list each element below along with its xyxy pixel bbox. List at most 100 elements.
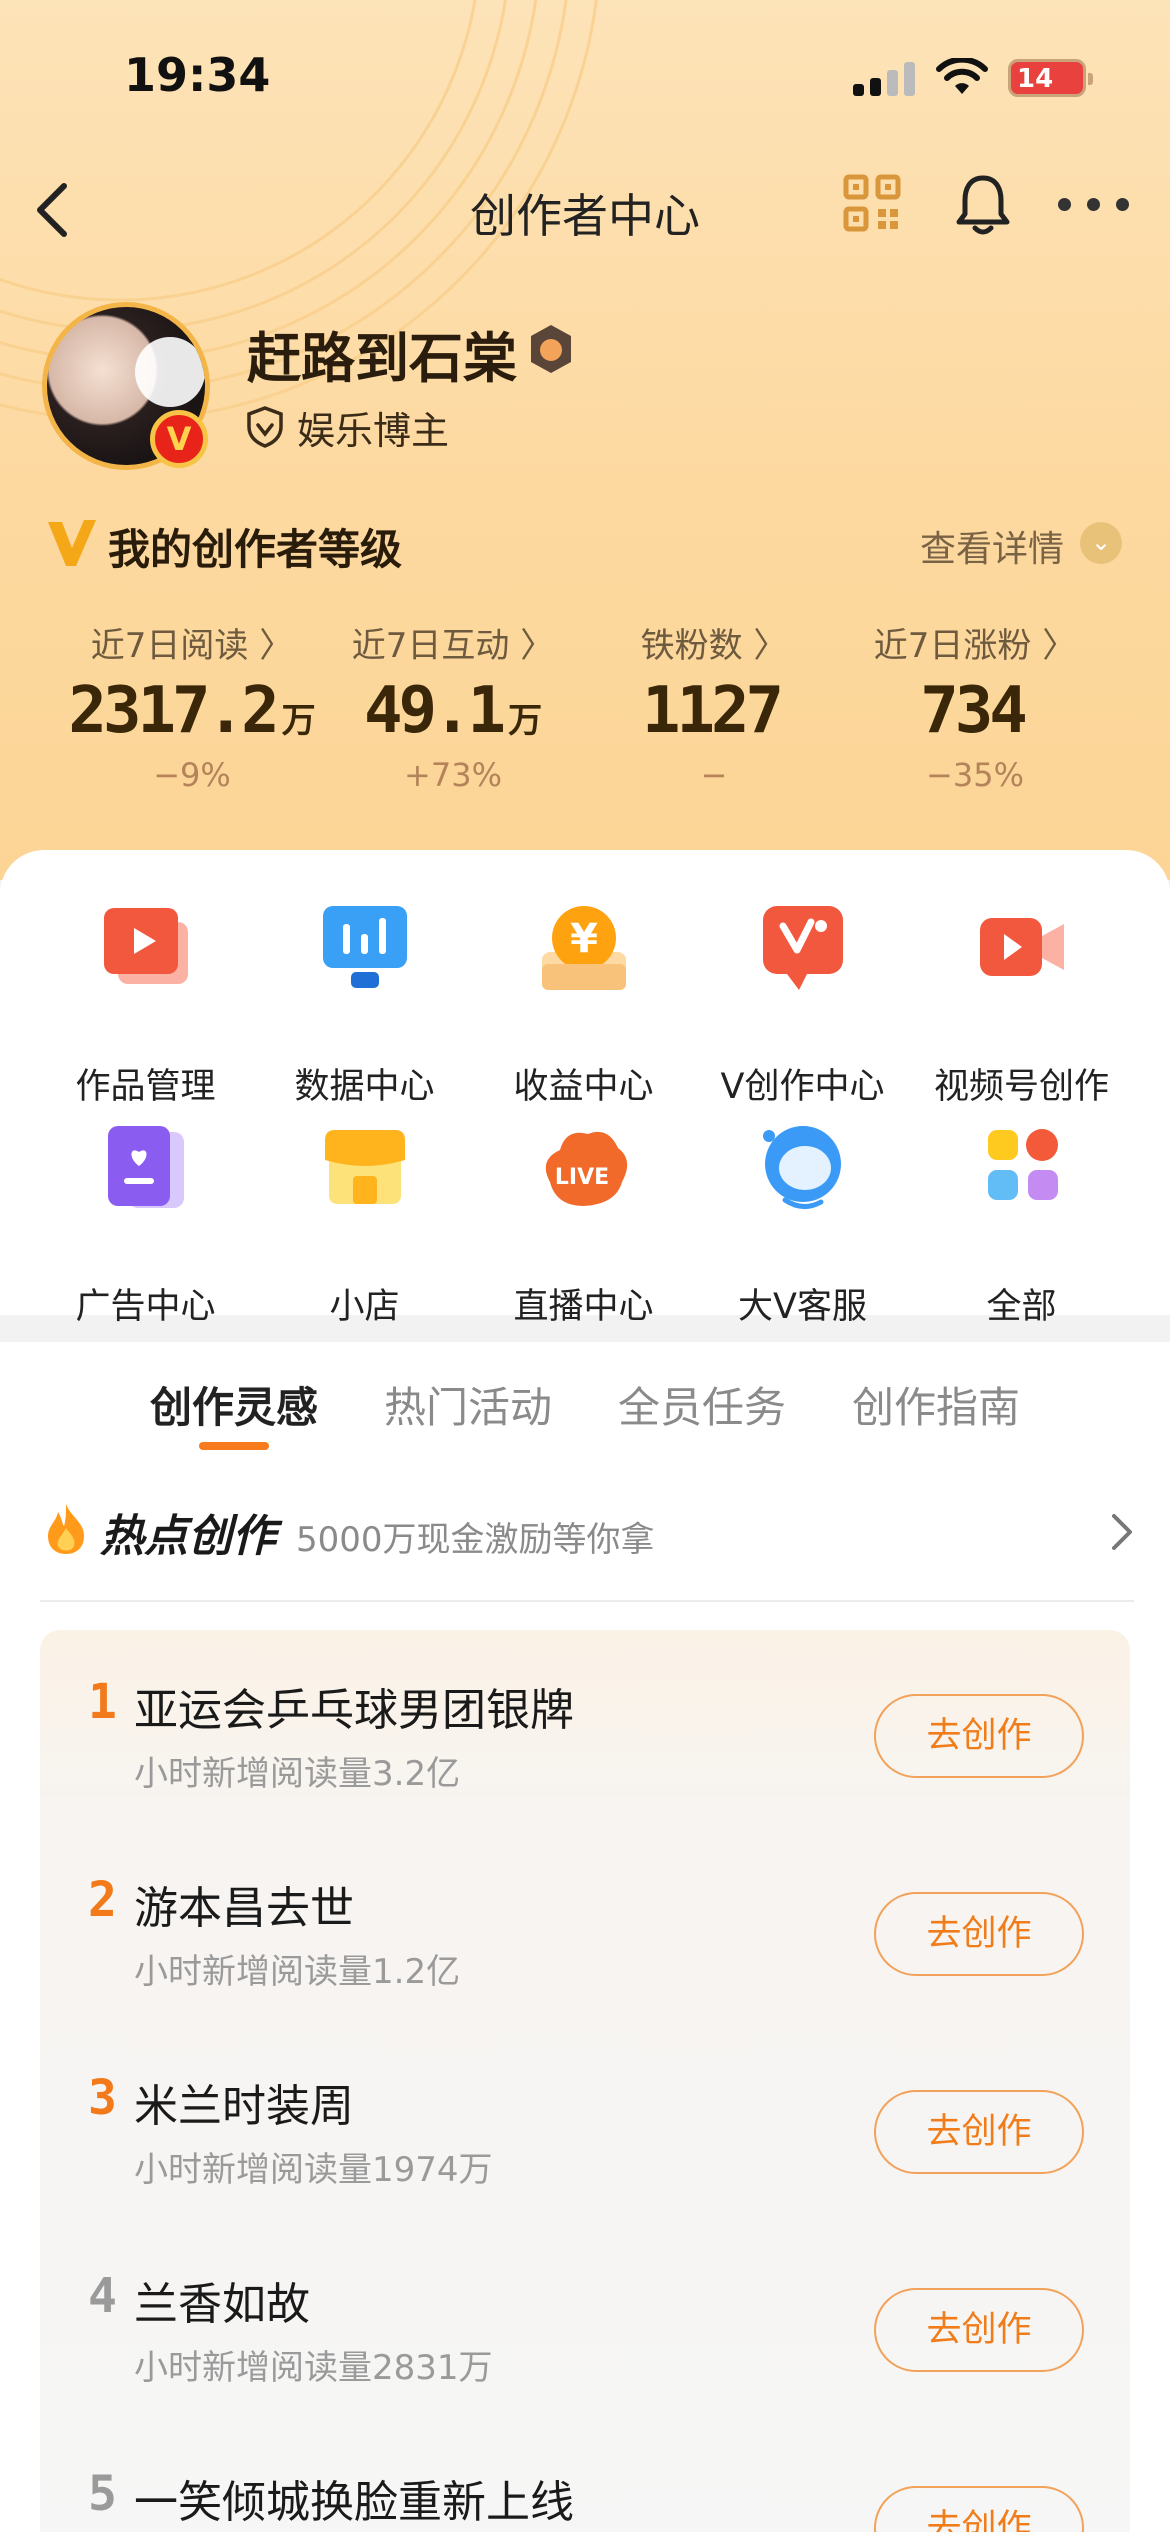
stat-label: 近7日阅读 〉	[90, 626, 294, 666]
stats-row: 近7日阅读 〉 2317.2 万 −9% 近7日互动 〉 49.1 万 +73% 铁…	[0, 618, 1170, 818]
stat-iron-fans[interactable]: 铁粉数 〉 1127 −	[584, 618, 844, 794]
topic-reads: 小时新增阅读量1974万	[134, 2150, 493, 2190]
tool-label: 大V客服	[738, 1287, 867, 1327]
stat-label: 铁粉数 〉	[640, 626, 788, 666]
tool-ad-center[interactable]: 广告中心	[36, 1120, 255, 1327]
tool-all[interactable]: 全部	[912, 1120, 1131, 1327]
qr-code-icon[interactable]	[843, 174, 901, 232]
stat-label: 近7日互动 〉	[351, 626, 555, 666]
divider	[40, 1600, 1134, 1602]
tool-label: 作品管理	[75, 1067, 216, 1107]
tool-label: 全部	[986, 1287, 1057, 1327]
battery-icon: 14	[1008, 59, 1093, 97]
go-create-button[interactable]: 去创作	[874, 1694, 1084, 1778]
more-options-icon[interactable]	[1058, 198, 1130, 212]
customer-service-icon	[763, 1126, 841, 1209]
status-time: 19:34	[124, 48, 271, 102]
stat-change: +73%	[404, 756, 502, 794]
stat-interactions-7d[interactable]: 近7日互动 〉 49.1 万 +73%	[323, 618, 583, 794]
nav-bar: 创作者中心	[0, 160, 1170, 260]
list-item[interactable]: 2 游本昌去世 小时新增阅读量1.2亿 去创作	[40, 1828, 1130, 2026]
hot-creation-header[interactable]: 热点创作 5000万现金激励等你拿	[40, 1498, 1134, 1568]
topic-title: 兰香如故	[134, 2279, 310, 2330]
tool-label: V创作中心	[720, 1067, 885, 1107]
v-level-icon	[48, 520, 96, 566]
hot-creation-subtitle: 5000万现金激励等你拿	[296, 1520, 655, 1560]
creator-level-row[interactable]: 我的创作者等级 查看详情 ⌄	[44, 510, 1134, 580]
topic-reads: 小时新增阅读量2831万	[134, 2348, 493, 2388]
tool-label: 小店	[329, 1287, 400, 1327]
stat-change: −	[700, 756, 728, 794]
rank-number: 4	[88, 2268, 117, 2324]
chevron-down-icon[interactable]: ⌄	[1080, 522, 1122, 564]
go-create-button[interactable]: 去创作	[874, 2288, 1084, 2372]
tool-v-creator-center[interactable]: V创作中心	[693, 900, 912, 1107]
tool-label: 收益中心	[513, 1067, 654, 1107]
yuan-coin-icon: ¥	[542, 906, 626, 990]
data-chart-icon	[323, 906, 407, 988]
tool-works-management[interactable]: 作品管理	[36, 900, 255, 1107]
status-bar: 19:34 14	[0, 0, 1170, 150]
content-tabs: 创作灵感 热门活动 全员任务 创作指南	[0, 1374, 1170, 1464]
tools-card: 作品管理 数据中心 ¥ 收益中心 V创作中心 视频号创作 广告中心 小店 LIV…	[0, 850, 1170, 1327]
video-camera-icon	[980, 918, 1064, 976]
topic-title: 米兰时装周	[134, 2081, 354, 2132]
tool-income-center[interactable]: ¥ 收益中心	[474, 900, 693, 1107]
tool-shop[interactable]: 小店	[255, 1120, 474, 1327]
list-item[interactable]: 1 亚运会乒乓球男团银牌 小时新增阅读量3.2亿 去创作	[40, 1630, 1130, 1828]
list-item[interactable]: 5 一笑倾城换脸重新上线 去创作	[40, 2422, 1130, 2532]
video-play-icon	[104, 908, 188, 984]
topic-reads: 小时新增阅读量1.2亿	[134, 1952, 461, 1992]
wifi-icon	[936, 58, 988, 94]
go-create-button[interactable]: 去创作	[874, 2090, 1084, 2174]
bell-icon[interactable]	[953, 172, 1013, 238]
rank-number: 3	[88, 2070, 117, 2126]
stat-value: 734	[920, 674, 1028, 748]
svg-text:LIVE: LIVE	[555, 1165, 609, 1190]
stat-value: 2317.2	[68, 674, 279, 748]
stat-unit: 万	[281, 701, 316, 741]
ad-book-icon	[108, 1126, 184, 1208]
tool-data-center[interactable]: 数据中心	[255, 900, 474, 1107]
topic-title: 一笑倾城换脸重新上线	[134, 2477, 574, 2528]
tool-big-v-service[interactable]: 大V客服	[693, 1120, 912, 1327]
stat-reads-7d[interactable]: 近7日阅读 〉 2317.2 万 −9%	[62, 618, 322, 794]
inspiration-section: 创作灵感 热门活动 全员任务 创作指南 热点创作 5000万现金激励等你拿 1 …	[0, 1342, 1170, 2532]
topic-title: 亚运会乒乓球男团银牌	[134, 1685, 574, 1736]
v-creator-icon	[763, 906, 843, 990]
stat-value: 1127	[641, 674, 784, 748]
shop-icon	[325, 1130, 405, 1204]
go-create-button[interactable]: 去创作	[874, 1892, 1084, 1976]
creator-tag: 娱乐博主	[245, 402, 449, 453]
tool-label: 广告中心	[75, 1287, 216, 1327]
view-details-link[interactable]: 查看详情	[920, 520, 1064, 572]
username: 赶路到石棠	[247, 327, 517, 390]
level-medal-icon	[531, 325, 571, 373]
svg-text:¥: ¥	[570, 916, 598, 962]
tab-hot-events[interactable]: 热门活动	[384, 1374, 552, 1435]
list-item[interactable]: 3 米兰时装周 小时新增阅读量1974万 去创作	[40, 2026, 1130, 2224]
stat-change: −9%	[153, 756, 231, 794]
stat-new-fans-7d[interactable]: 近7日涨粉 〉 734 −35%	[845, 618, 1105, 794]
cellular-signal-icon	[853, 62, 915, 96]
tab-all-tasks[interactable]: 全员任务	[618, 1374, 786, 1435]
tool-label: 直播中心	[513, 1287, 654, 1327]
shield-icon	[247, 406, 283, 448]
tool-channels-creation[interactable]: 视频号创作	[912, 900, 1131, 1107]
tab-creation-guide[interactable]: 创作指南	[852, 1374, 1020, 1435]
active-tab-indicator	[199, 1442, 269, 1450]
battery-level: 14	[1017, 64, 1054, 94]
list-item[interactable]: 4 兰香如故 小时新增阅读量2831万 去创作	[40, 2224, 1130, 2422]
chevron-right-icon[interactable]	[1110, 1512, 1134, 1552]
creator-level-title: 我的创作者等级	[108, 525, 403, 574]
tool-live-center[interactable]: LIVE 直播中心	[474, 1120, 693, 1327]
rank-number: 1	[88, 1674, 117, 1730]
tab-inspiration[interactable]: 创作灵感	[150, 1374, 318, 1435]
go-create-button[interactable]: 去创作	[874, 2486, 1084, 2532]
tool-label: 视频号创作	[933, 1067, 1109, 1107]
stat-unit: 万	[508, 701, 543, 741]
topic-title: 游本昌去世	[134, 1883, 354, 1934]
rank-number: 2	[88, 1872, 117, 1928]
hot-topics-list: 1 亚运会乒乓球男团银牌 小时新增阅读量3.2亿 去创作 2 游本昌去世 小时新…	[40, 1630, 1130, 2532]
verified-v-badge: V	[150, 410, 208, 468]
